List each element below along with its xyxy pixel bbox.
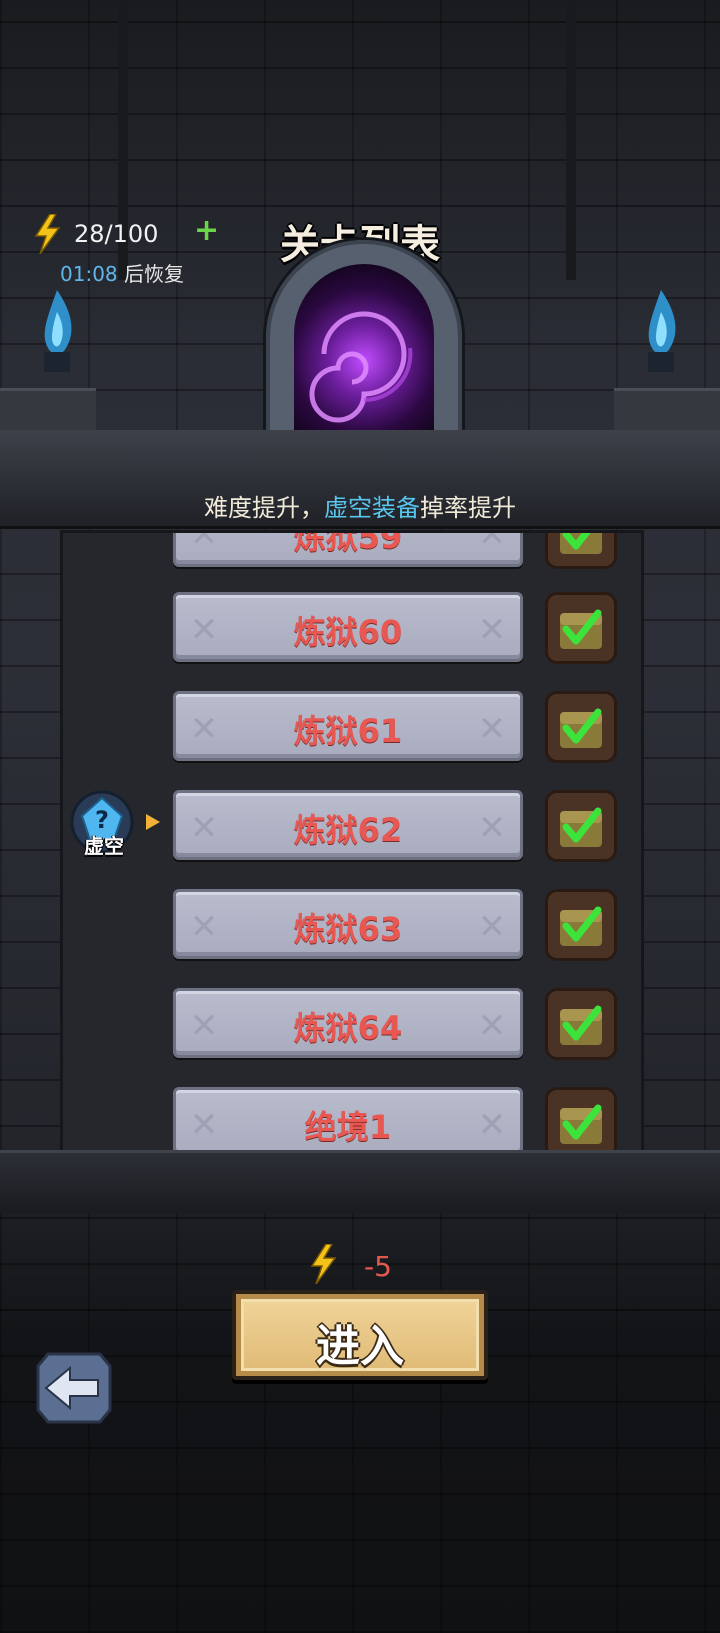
cleared-chest-icon (545, 592, 617, 664)
lightning-icon (310, 1244, 337, 1284)
pointer-arrow-icon (146, 814, 160, 830)
stage-label: 炼狱61 (293, 712, 403, 750)
blue-flame-torch-icon (44, 290, 72, 372)
stage-button[interactable]: ✕ 炼狱63 ✕ (173, 889, 523, 959)
energy-display: 28/100 + (30, 214, 219, 254)
stage-label: 炼狱62 (293, 811, 403, 849)
stage-row: ✕ 炼狱60 ✕ (63, 588, 641, 668)
energy-recover-timer: 01:08 后恢复 (60, 258, 184, 287)
x-ornament-icon: ✕ (477, 610, 507, 650)
x-ornament-icon: ✕ (477, 709, 507, 749)
current-stage-marker-label: 虚空 (84, 834, 124, 858)
cleared-chest-icon (545, 1087, 617, 1157)
stage-row: ✕ 炼狱64 ✕ (63, 984, 641, 1064)
x-ornament-icon: ✕ (477, 530, 507, 555)
enter-button[interactable]: 进入 (232, 1290, 488, 1380)
stage-row: ✕ 炼狱59 ✕ (63, 530, 641, 573)
recover-suffix: 后恢复 (124, 262, 184, 286)
cleared-chest-icon (545, 533, 617, 569)
void-portal (294, 264, 434, 440)
back-button[interactable] (36, 1352, 112, 1424)
stage-label: 炼狱59 (293, 530, 403, 556)
stage-button[interactable]: ✕ 炼狱60 ✕ (173, 592, 523, 662)
stage-button[interactable]: ✕ 炼狱59 ✕ (173, 530, 523, 567)
stage-button[interactable]: ✕ 炼狱61 ✕ (173, 691, 523, 761)
x-ornament-icon: ✕ (477, 1105, 507, 1145)
x-ornament-icon: ✕ (477, 808, 507, 848)
cleared-chest-icon (545, 790, 617, 862)
stage-row: ✕ 绝境1 ✕ (63, 1083, 641, 1157)
stage-label: 炼狱64 (293, 1009, 403, 1047)
x-ornament-icon: ✕ (477, 1006, 507, 1046)
energy-cost: -5 (300, 1244, 430, 1288)
cost-value: -5 (364, 1250, 392, 1283)
cleared-chest-icon (545, 889, 617, 961)
cleared-chest-icon (545, 988, 617, 1060)
energy-count: 28/100 (74, 220, 159, 248)
pillar (566, 0, 576, 280)
difficulty-notice: 难度提升，虚空装备掉率提升 (0, 488, 720, 523)
stage-row: ✕ 炼狱61 ✕ (63, 687, 641, 767)
lightning-icon (34, 214, 61, 254)
stone-ledge (614, 388, 720, 431)
notice-text: 难度提升， (204, 494, 324, 522)
notice-text: 掉率提升 (420, 494, 516, 522)
x-ornament-icon: ✕ (477, 907, 507, 947)
stage-list[interactable]: ✕ 炼狱59 ✕ ✕ 炼狱60 ✕ ✕ 炼狱61 ✕ ✕ 炼狱62 ✕ ✕ 炼狱… (60, 530, 644, 1160)
enter-button-label: 进入 (316, 1321, 404, 1372)
stage-row: ✕ 炼狱63 ✕ (63, 885, 641, 965)
stage-label: 炼狱60 (293, 613, 403, 651)
stone-ledge (0, 1150, 720, 1213)
cleared-chest-icon (545, 691, 617, 763)
stage-label: 炼狱63 (293, 910, 403, 948)
stone-ledge (0, 388, 96, 431)
stage-label: 绝境1 (304, 1108, 392, 1146)
stage-button[interactable]: ✕ 绝境1 ✕ (173, 1087, 523, 1157)
stage-button[interactable]: ✕ 炼狱64 ✕ (173, 988, 523, 1058)
blue-flame-torch-icon (648, 290, 676, 372)
recover-time: 01:08 (60, 262, 118, 286)
notice-highlight: 虚空装备 (324, 494, 420, 522)
stage-button[interactable]: ✕ 炼狱62 ✕ (173, 790, 523, 860)
